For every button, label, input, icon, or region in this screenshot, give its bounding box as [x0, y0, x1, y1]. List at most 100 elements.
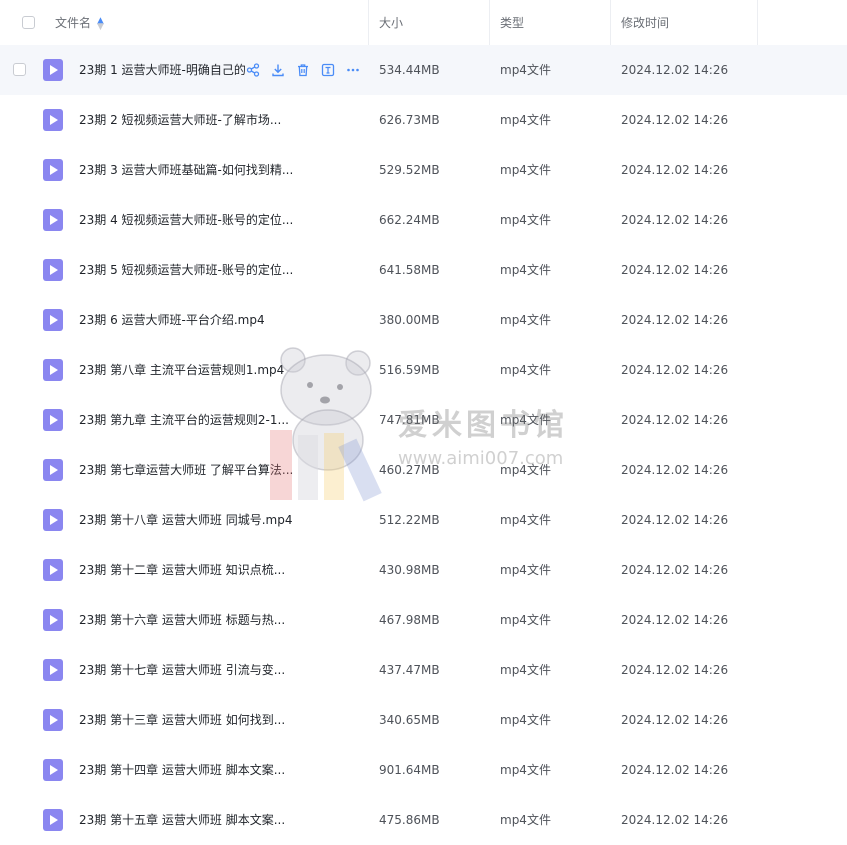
file-type: mp4文件 [500, 713, 551, 727]
file-list: 23期 1 运营大师班-明确自己的 534.44MB mp4文件 2024.12… [0, 45, 847, 845]
file-name[interactable]: 23期 4 短视频运营大师班-账号的定位... [79, 195, 293, 245]
file-type: mp4文件 [500, 763, 551, 777]
file-row[interactable]: 23期 第十五章 运营大师班 脚本文案... 475.86MB mp4文件 20… [0, 795, 847, 845]
file-size: 901.64MB [379, 763, 440, 777]
file-name[interactable]: 23期 第十五章 运营大师班 脚本文案... [79, 795, 285, 845]
file-row[interactable]: 23期 第七章运营大师班 了解平台算法... 460.27MB mp4文件 20… [0, 445, 847, 495]
file-name[interactable]: 23期 第九章 主流平台的运营规则2-1... [79, 395, 289, 445]
column-header-type-label: 类型 [500, 16, 525, 30]
file-name[interactable]: 23期 第八章 主流平台运营规则1.mp4 [79, 345, 284, 395]
file-name[interactable]: 23期 第十四章 运营大师班 脚本文案... [79, 745, 285, 795]
file-name[interactable]: 23期 5 短视频运营大师班-账号的定位... [79, 245, 293, 295]
file-name[interactable]: 23期 第十八章 运营大师班 同城号.mp4 [79, 495, 292, 545]
file-type: mp4文件 [500, 163, 551, 177]
file-modified-time: 2024.12.02 14:26 [621, 713, 729, 727]
file-size: 516.59MB [379, 363, 440, 377]
file-size: 340.65MB [379, 713, 440, 727]
file-name[interactable]: 23期 3 运营大师班基础篇-如何找到精... [79, 145, 293, 195]
row-actions [244, 61, 362, 79]
more-icon[interactable] [344, 61, 362, 79]
file-size: 460.27MB [379, 463, 440, 477]
video-file-icon [43, 359, 63, 381]
file-row[interactable]: 23期 6 运营大师班-平台介绍.mp4 380.00MB mp4文件 2024… [0, 295, 847, 345]
file-name[interactable]: 23期 2 短视频运营大师班-了解市场... [79, 95, 281, 145]
file-modified-time: 2024.12.02 14:26 [621, 663, 729, 677]
column-header-modified[interactable]: 修改时间 [611, 0, 758, 45]
file-name[interactable]: 23期 第十六章 运营大师班 标题与热... [79, 595, 285, 645]
file-name[interactable]: 23期 6 运营大师班-平台介绍.mp4 [79, 295, 265, 345]
file-type: mp4文件 [500, 363, 551, 377]
video-file-icon [43, 459, 63, 481]
column-header-size[interactable]: 大小 [369, 0, 490, 45]
file-type: mp4文件 [500, 413, 551, 427]
file-row[interactable]: 23期 2 短视频运营大师班-了解市场... 626.73MB mp4文件 20… [0, 95, 847, 145]
file-type: mp4文件 [500, 513, 551, 527]
file-modified-time: 2024.12.02 14:26 [621, 213, 729, 227]
file-modified-time: 2024.12.02 14:26 [621, 113, 729, 127]
file-row[interactable]: 23期 第八章 主流平台运营规则1.mp4 516.59MB mp4文件 202… [0, 345, 847, 395]
file-size: 747.81MB [379, 413, 440, 427]
file-name[interactable]: 23期 第十三章 运营大师班 如何找到... [79, 695, 285, 745]
file-size: 437.47MB [379, 663, 440, 677]
video-file-icon [43, 759, 63, 781]
file-size: 380.00MB [379, 313, 440, 327]
file-modified-time: 2024.12.02 14:26 [621, 513, 729, 527]
file-row[interactable]: 23期 1 运营大师班-明确自己的 534.44MB mp4文件 2024.12… [0, 45, 847, 95]
file-size: 475.86MB [379, 813, 440, 827]
file-type: mp4文件 [500, 813, 551, 827]
file-row[interactable]: 23期 第十八章 运营大师班 同城号.mp4 512.22MB mp4文件 20… [0, 495, 847, 545]
file-size: 662.24MB [379, 213, 440, 227]
delete-icon[interactable] [294, 61, 312, 79]
file-modified-time: 2024.12.02 14:26 [621, 413, 729, 427]
video-file-icon [43, 509, 63, 531]
file-modified-time: 2024.12.02 14:26 [621, 363, 729, 377]
column-header-spacer [758, 0, 847, 45]
file-type: mp4文件 [500, 313, 551, 327]
file-size: 534.44MB [379, 63, 440, 77]
file-modified-time: 2024.12.02 14:26 [621, 263, 729, 277]
video-file-icon [43, 709, 63, 731]
sort-icon[interactable]: ▲ ▼ [97, 16, 104, 31]
file-name[interactable]: 23期 第十二章 运营大师班 知识点梳... [79, 545, 285, 595]
file-size: 626.73MB [379, 113, 440, 127]
file-modified-time: 2024.12.02 14:26 [621, 463, 729, 477]
file-name[interactable]: 23期 1 运营大师班-明确自己的 [79, 45, 245, 95]
file-row[interactable]: 23期 4 短视频运营大师班-账号的定位... 662.24MB mp4文件 2… [0, 195, 847, 245]
column-header-size-label: 大小 [379, 16, 404, 30]
file-row[interactable]: 23期 第九章 主流平台的运营规则2-1... 747.81MB mp4文件 2… [0, 395, 847, 445]
share-icon[interactable] [244, 61, 262, 79]
file-row[interactable]: 23期 第十七章 运营大师班 引流与变... 437.47MB mp4文件 20… [0, 645, 847, 695]
file-type: mp4文件 [500, 213, 551, 227]
video-file-icon [43, 809, 63, 831]
file-name[interactable]: 23期 第十七章 运营大师班 引流与变... [79, 645, 285, 695]
file-row[interactable]: 23期 第十三章 运营大师班 如何找到... 340.65MB mp4文件 20… [0, 695, 847, 745]
video-file-icon [43, 659, 63, 681]
video-file-icon [43, 109, 63, 131]
select-all-checkbox[interactable] [22, 16, 35, 29]
file-type: mp4文件 [500, 563, 551, 577]
column-header-name[interactable]: 文件名 ▲ ▼ [0, 0, 369, 45]
file-row[interactable]: 23期 5 短视频运营大师班-账号的定位... 641.58MB mp4文件 2… [0, 245, 847, 295]
file-name[interactable]: 23期 第七章运营大师班 了解平台算法... [79, 445, 293, 495]
file-row[interactable]: 23期 第十二章 运营大师班 知识点梳... 430.98MB mp4文件 20… [0, 545, 847, 595]
row-checkbox[interactable] [13, 63, 26, 76]
video-file-icon [43, 209, 63, 231]
file-type: mp4文件 [500, 63, 551, 77]
file-size: 430.98MB [379, 563, 440, 577]
column-header-type[interactable]: 类型 [490, 0, 611, 45]
file-type: mp4文件 [500, 113, 551, 127]
video-file-icon [43, 609, 63, 631]
download-icon[interactable] [269, 61, 287, 79]
video-file-icon [43, 259, 63, 281]
file-type: mp4文件 [500, 663, 551, 677]
file-size: 641.58MB [379, 263, 440, 277]
file-row[interactable]: 23期 第十四章 运营大师班 脚本文案... 901.64MB mp4文件 20… [0, 745, 847, 795]
file-row[interactable]: 23期 第十六章 运营大师班 标题与热... 467.98MB mp4文件 20… [0, 595, 847, 645]
file-row[interactable]: 23期 3 运营大师班基础篇-如何找到精... 529.52MB mp4文件 2… [0, 145, 847, 195]
file-modified-time: 2024.12.02 14:26 [621, 813, 729, 827]
video-file-icon [43, 409, 63, 431]
file-type: mp4文件 [500, 463, 551, 477]
file-type: mp4文件 [500, 263, 551, 277]
file-size: 529.52MB [379, 163, 440, 177]
rename-icon[interactable] [319, 61, 337, 79]
